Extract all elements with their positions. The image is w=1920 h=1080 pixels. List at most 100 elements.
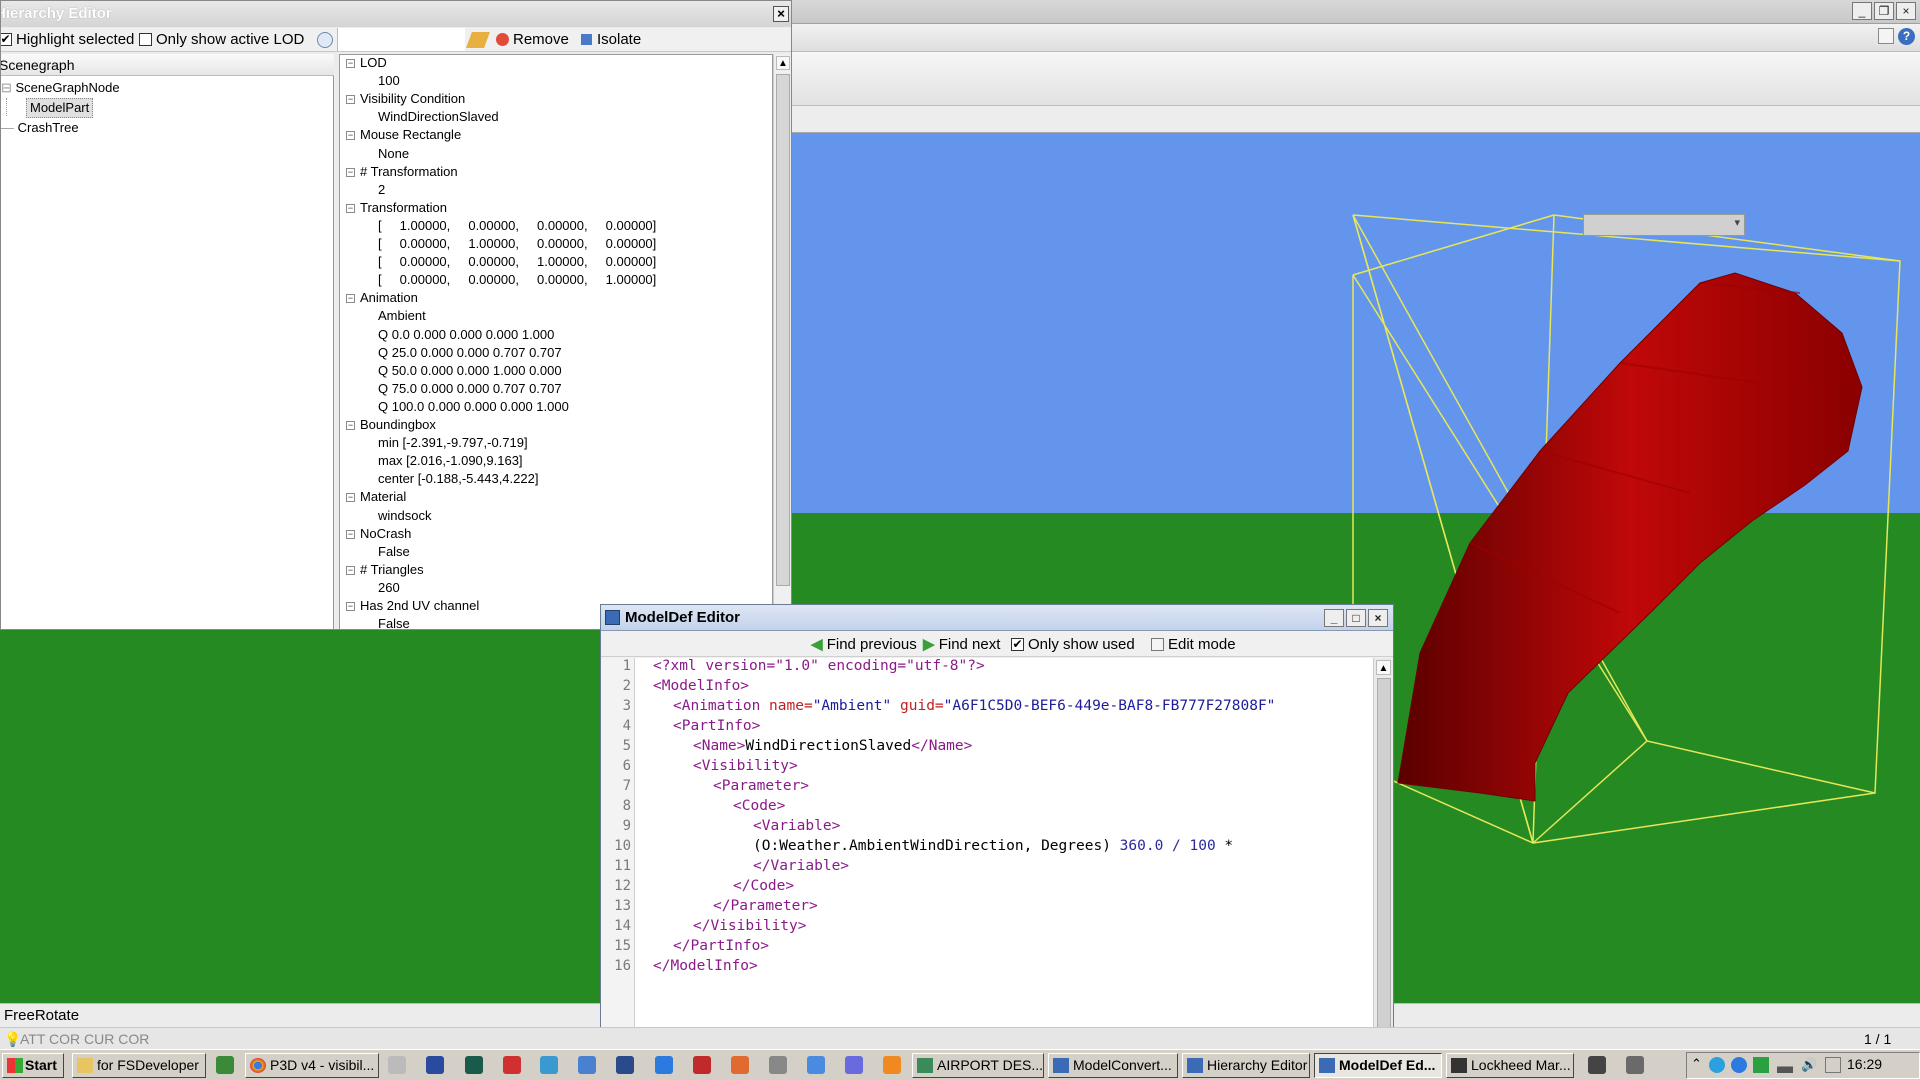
highlight-selected-checkbox[interactable]: ✔ Highlight selected: [1, 28, 134, 52]
property-name[interactable]: LOD: [360, 55, 387, 71]
app-icon[interactable]: [1825, 1057, 1841, 1073]
app-icon[interactable]: [769, 1056, 787, 1074]
app-icon[interactable]: [388, 1056, 406, 1074]
property-value[interactable]: Q 50.0 0.000 0.000 1.000 0.000: [378, 363, 562, 379]
list-icon[interactable]: [1878, 28, 1894, 44]
property-value[interactable]: Q 0.0 0.000 0.000 0.000 1.000: [378, 327, 554, 343]
search-input[interactable]: [337, 28, 465, 51]
tree-node-modelpart[interactable]: ModelPart: [26, 98, 94, 118]
collapse-toggle-icon[interactable]: −: [346, 294, 355, 304]
tree-node-crashtree[interactable]: — CrashTree: [1, 118, 79, 138]
taskbar-button-lockheed[interactable]: Lockheed Mar...: [1446, 1053, 1574, 1078]
dropbox-icon[interactable]: [655, 1056, 673, 1074]
network-icon[interactable]: [1777, 1057, 1793, 1073]
scroll-up-arrow[interactable]: ▲: [776, 56, 790, 70]
word-icon[interactable]: [426, 1056, 444, 1074]
app-icon[interactable]: [1588, 1056, 1606, 1074]
properties-scrollbar[interactable]: ▲: [773, 54, 791, 629]
maximize-button[interactable]: □: [1346, 609, 1366, 627]
property-value[interactable]: False: [378, 616, 410, 629]
taskbar-button-folder[interactable]: for FSDeveloper: [72, 1053, 206, 1078]
volume-icon[interactable]: 🔊: [1801, 1057, 1817, 1073]
edit-mode-button[interactable]: Edit mode: [1151, 632, 1236, 657]
properties-tree[interactable]: − LOD 100− Visibility Condition WindDirectio…: [339, 54, 773, 629]
taskbar-button-airport[interactable]: AIRPORT DES...: [912, 1053, 1044, 1078]
plane-icon[interactable]: [216, 1056, 234, 1074]
property-value[interactable]: [ 0.00000, 0.00000, 1.00000, 0.00000]: [378, 254, 656, 270]
skype-icon[interactable]: [1709, 1057, 1725, 1073]
wand-icon[interactable]: [466, 32, 490, 48]
app-icon[interactable]: [1626, 1056, 1644, 1074]
property-name[interactable]: # Triangles: [360, 562, 424, 578]
close-button[interactable]: ×: [1896, 2, 1916, 20]
find-next-button[interactable]: ▶ Find next: [923, 632, 1000, 657]
property-value[interactable]: [ 1.00000, 0.00000, 0.00000, 0.00000]: [378, 218, 656, 234]
property-value[interactable]: Q 75.0 0.000 0.000 0.707 0.707: [378, 381, 562, 397]
property-value[interactable]: min [-2.391,-9.797,-0.719]: [378, 435, 528, 451]
media-icon[interactable]: [540, 1056, 558, 1074]
chevron-up-icon[interactable]: ⌃: [1691, 1056, 1702, 1072]
property-value[interactable]: Q 25.0 0.000 0.000 0.707 0.707: [378, 345, 562, 361]
app-icon[interactable]: [616, 1056, 634, 1074]
sync-icon[interactable]: [1753, 1057, 1769, 1073]
checkbox[interactable]: ✔: [1, 32, 12, 46]
start-button[interactable]: Start: [2, 1053, 64, 1078]
property-value[interactable]: None: [378, 146, 409, 162]
app-icon[interactable]: [807, 1056, 825, 1074]
property-value[interactable]: 260: [378, 580, 400, 596]
property-name[interactable]: NoCrash: [360, 526, 411, 542]
property-value[interactable]: Ambient: [378, 308, 426, 324]
property-value[interactable]: False: [378, 544, 410, 560]
app-icon[interactable]: [578, 1056, 596, 1074]
property-value[interactable]: 2: [378, 182, 385, 198]
taskbar-button-hierarchy-editor[interactable]: Hierarchy Editor: [1182, 1053, 1310, 1078]
find-previous-button[interactable]: ◀ Find previous: [811, 632, 917, 657]
tree-node-scenegraphnode[interactable]: ⊟ SceneGraphNode: [1, 78, 201, 98]
property-name[interactable]: Has 2nd UV channel: [360, 598, 479, 614]
isolate-button[interactable]: Isolate: [581, 28, 641, 52]
collapse-toggle-icon[interactable]: −: [346, 95, 355, 105]
property-value[interactable]: center [-0.188,-5.443,4.222]: [378, 471, 538, 487]
property-value[interactable]: windsock: [378, 508, 431, 524]
close-button[interactable]: ×: [773, 6, 789, 22]
scroll-up-arrow[interactable]: ▲: [1376, 660, 1391, 675]
code-scrollbar[interactable]: ▲: [1373, 658, 1393, 1054]
search-icon[interactable]: [317, 32, 333, 48]
help-icon[interactable]: ?: [1898, 28, 1915, 45]
discord-icon[interactable]: [845, 1056, 863, 1074]
collapse-toggle-icon[interactable]: −: [346, 421, 355, 430]
property-name[interactable]: # Transformation: [360, 164, 458, 180]
only-show-used-checkbox[interactable]: ✔ Only show used: [1011, 632, 1135, 657]
property-name[interactable]: Material: [360, 489, 406, 505]
scroll-thumb[interactable]: [1377, 678, 1391, 1048]
scroll-thumb[interactable]: [776, 74, 790, 586]
view-combobox[interactable]: ▾: [1583, 214, 1745, 236]
property-name[interactable]: Animation: [360, 290, 418, 306]
property-value[interactable]: [ 0.00000, 0.00000, 0.00000, 1.00000]: [378, 272, 656, 288]
app-icon[interactable]: [693, 1056, 711, 1074]
collapse-toggle-icon[interactable]: −: [346, 529, 355, 539]
property-value[interactable]: 100: [378, 73, 400, 89]
scenegraph-tree[interactable]: Scenegraph ⊟ SceneGraphNode ModelPart — …: [1, 54, 334, 629]
collapse-toggle-icon[interactable]: −: [346, 167, 355, 177]
property-value[interactable]: Q 100.0 0.000 0.000 0.000 1.000: [378, 399, 569, 415]
collapse-toggle-icon[interactable]: −: [346, 602, 355, 611]
property-name[interactable]: Transformation: [360, 200, 447, 216]
property-value[interactable]: WindDirectionSlaved: [378, 109, 499, 125]
property-name[interactable]: Boundingbox: [360, 417, 436, 433]
app-icon[interactable]: [731, 1056, 749, 1074]
minimize-button[interactable]: _: [1324, 609, 1344, 627]
minimize-button[interactable]: _: [1852, 2, 1872, 20]
vlc-icon[interactable]: [883, 1056, 901, 1074]
taskbar-button-modelconverter[interactable]: ModelConvert...: [1048, 1053, 1178, 1078]
taskbar-button-chrome[interactable]: P3D v4 - visibil...: [245, 1053, 379, 1078]
checkbox[interactable]: ✔: [1011, 637, 1024, 651]
collapse-toggle-icon[interactable]: −: [346, 59, 355, 68]
property-value[interactable]: max [2.016,-1.090,9.163]: [378, 453, 523, 469]
collapse-toggle-icon[interactable]: −: [346, 131, 355, 141]
app-icon[interactable]: [503, 1056, 521, 1074]
property-name[interactable]: Mouse Rectangle: [360, 127, 461, 143]
property-name[interactable]: Visibility Condition: [360, 91, 465, 107]
taskbar-button-modeldef-editor[interactable]: ModelDef Ed...: [1314, 1053, 1442, 1078]
collapse-toggle-icon[interactable]: −: [346, 203, 355, 213]
